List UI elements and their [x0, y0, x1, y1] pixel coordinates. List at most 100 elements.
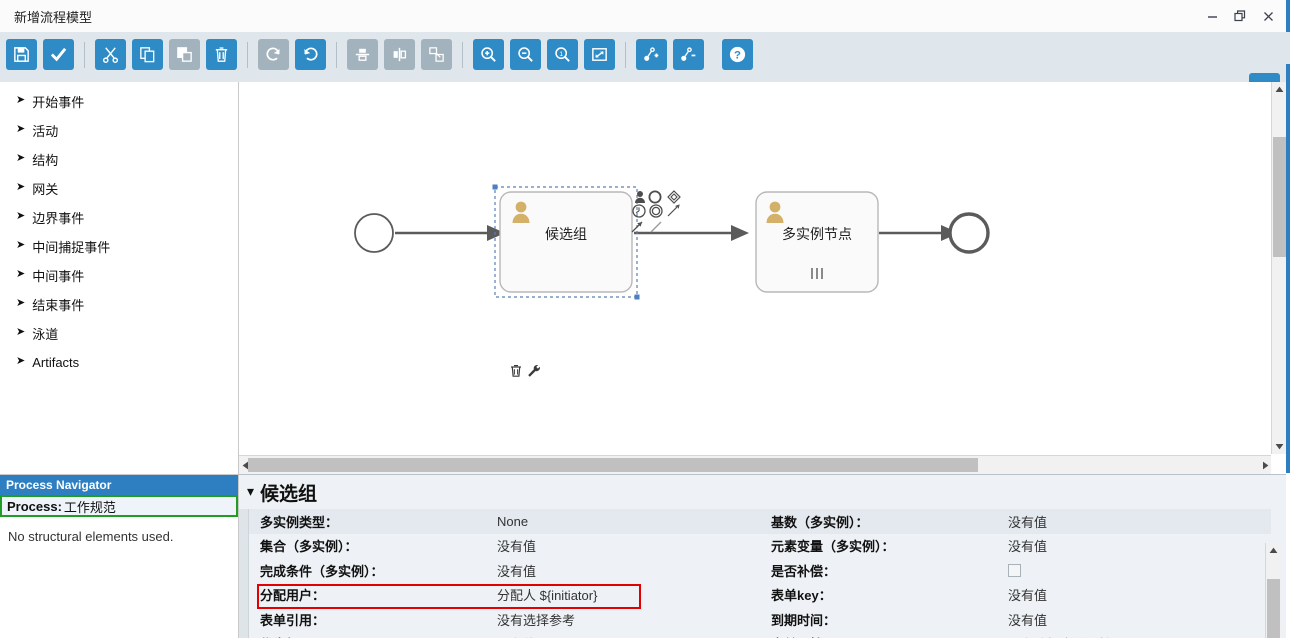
- palette-group-start-events[interactable]: ➤ 开始事件: [0, 87, 238, 116]
- property-label: 完成条件（多实例）：: [260, 563, 384, 579]
- redo-button[interactable]: [258, 39, 289, 70]
- end-event: [948, 212, 990, 254]
- palette-group-label: 网关: [32, 182, 59, 197]
- undo-button[interactable]: [295, 39, 326, 70]
- zoom-out-button[interactable]: [510, 39, 541, 70]
- delete-button[interactable]: [206, 39, 237, 70]
- property-row[interactable]: 基数（多实例）： 没有值: [760, 509, 1271, 534]
- bpmn-diagram[interactable]: 候选组 多实例节点: [239, 82, 1271, 454]
- palette-group-swimlanes[interactable]: ➤ 泳道: [0, 319, 238, 348]
- properties-left-gutter[interactable]: [239, 509, 249, 638]
- user-task-label: 候选组: [545, 226, 587, 242]
- scroll-right-icon[interactable]: [1259, 456, 1271, 474]
- align-vertical-button[interactable]: [347, 39, 378, 70]
- append-intermediate-event-icon: [649, 204, 663, 218]
- copy-button[interactable]: [132, 39, 163, 70]
- chevron-right-icon: ➤: [16, 268, 26, 280]
- delete-icon: [511, 365, 521, 377]
- property-row-compensate[interactable]: 是否补偿：: [760, 558, 1271, 583]
- property-row[interactable]: 优先级： 没有值: [249, 632, 760, 638]
- property-value[interactable]: 没有值: [1008, 585, 1047, 604]
- properties-vscroll-thumb[interactable]: [1267, 579, 1280, 638]
- append-timer-icon: [632, 204, 646, 218]
- palette-group-structures[interactable]: ➤ 结构: [0, 145, 238, 174]
- property-value[interactable]: 分配人 ${initiator}: [497, 585, 597, 604]
- canvas-hscroll-thumb[interactable]: [248, 458, 978, 472]
- save-button[interactable]: [6, 39, 37, 70]
- property-value[interactable]: 没有值: [1008, 610, 1047, 629]
- property-row[interactable]: 表单key： 没有值: [760, 583, 1271, 608]
- palette-group-artifacts[interactable]: ➤ Artifacts: [0, 348, 238, 377]
- zoom-in-button[interactable]: [473, 39, 504, 70]
- property-row[interactable]: 集合（多实例）： 没有值: [249, 534, 760, 559]
- close-icon[interactable]: [1254, 1, 1282, 31]
- compensate-checkbox[interactable]: [1008, 563, 1021, 577]
- navigator-process-item[interactable]: Process: 工作规范: [0, 495, 238, 517]
- add-waypoint-button[interactable]: [636, 39, 667, 70]
- process-navigator-header: Process Navigator: [0, 475, 238, 495]
- svg-text:1: 1: [559, 51, 563, 58]
- validate-button[interactable]: [43, 39, 74, 70]
- toolbar-separator: [336, 41, 337, 68]
- cut-button[interactable]: [95, 39, 126, 70]
- property-row[interactable]: 表单属性： 没有选择表单属性: [760, 632, 1271, 638]
- wrench-icon: [528, 364, 540, 377]
- chevron-right-icon: ➤: [16, 239, 26, 251]
- property-row[interactable]: 表单引用： 没有选择参考: [249, 607, 760, 632]
- zoom-actual-button[interactable]: 1: [547, 39, 578, 70]
- parallel-multi-instance-marker: [811, 268, 823, 279]
- remove-waypoint-button[interactable]: [673, 39, 704, 70]
- palette-group-boundary-events[interactable]: ➤ 边界事件: [0, 203, 238, 232]
- chevron-right-icon: ➤: [16, 181, 26, 193]
- property-value[interactable]: 没有值: [1008, 512, 1047, 531]
- chevron-right-icon: ➤: [16, 152, 26, 164]
- bpmn-modeler-window: 新增流程模型 1 ? ➤ 开始事件 ➤ 活动 ➤ 结构 ➤ 网关 ➤ 边界事件 …: [0, 0, 1290, 638]
- palette-group-intermediate-catch-events[interactable]: ➤ 中间捕捉事件: [0, 232, 238, 261]
- property-label: 元素变量（多实例）：: [771, 539, 895, 555]
- property-value[interactable]: 没有值: [497, 634, 536, 638]
- minimize-icon[interactable]: [1198, 1, 1226, 31]
- property-value[interactable]: 没有选择参考: [497, 610, 575, 629]
- palette-group-end-events[interactable]: ➤ 结束事件: [0, 290, 238, 319]
- sequence-flow-3: [879, 225, 959, 241]
- property-value[interactable]: 没有选择表单属性: [1008, 634, 1112, 638]
- property-value[interactable]: 没有值: [497, 561, 536, 580]
- user-task-label: 多实例节点: [782, 226, 852, 242]
- palette-group-gateways[interactable]: ➤ 网关: [0, 174, 238, 203]
- resize-button[interactable]: [421, 39, 452, 70]
- scroll-up-icon[interactable]: [1272, 82, 1287, 97]
- properties-column-left: 多实例类型： None 集合（多实例）： 没有值 完成条件（多实例）： 没有值 …: [249, 509, 760, 638]
- palette-group-intermediate-events[interactable]: ➤ 中间事件: [0, 261, 238, 290]
- property-label: 到期时间：: [771, 612, 837, 628]
- palette-group-label: Artifacts: [32, 355, 80, 370]
- zoom-fit-button[interactable]: [584, 39, 615, 70]
- chevron-down-icon[interactable]: ▾: [247, 483, 254, 500]
- properties-header[interactable]: ▾ 候选组: [239, 475, 1286, 509]
- canvas-right-edge: [1286, 82, 1290, 473]
- property-row[interactable]: 元素变量（多实例）： 没有值: [760, 534, 1271, 559]
- property-value[interactable]: None: [497, 514, 528, 529]
- property-row-assignee[interactable]: 分配用户： 分配人 ${initiator}: [249, 583, 760, 608]
- align-horizontal-button[interactable]: [384, 39, 415, 70]
- scroll-down-icon[interactable]: [1272, 439, 1287, 454]
- property-value[interactable]: 没有值: [497, 536, 536, 555]
- palette-group-activities[interactable]: ➤ 活动: [0, 116, 238, 145]
- palette-group-label: 活动: [32, 124, 59, 139]
- scroll-up-icon[interactable]: [1266, 543, 1281, 557]
- toolbar-separator: [625, 41, 626, 68]
- help-button[interactable]: ?: [722, 39, 753, 70]
- canvas-horizontal-scrollbar[interactable]: [239, 455, 1271, 474]
- palette-group-label: 中间事件: [32, 269, 85, 284]
- property-row[interactable]: 完成条件（多实例）： 没有值: [249, 558, 760, 583]
- property-value[interactable]: 没有值: [1008, 536, 1047, 555]
- properties-title: 候选组: [260, 483, 318, 505]
- maximize-icon[interactable]: [1226, 1, 1254, 31]
- canvas-vscroll-thumb[interactable]: [1273, 137, 1286, 257]
- bpmn-canvas[interactable]: 候选组 多实例节点: [239, 82, 1271, 454]
- property-row[interactable]: 多实例类型： None: [249, 509, 760, 534]
- properties-vertical-scrollbar[interactable]: [1265, 543, 1281, 638]
- canvas-vertical-scrollbar[interactable]: [1271, 82, 1287, 454]
- paste-button[interactable]: [169, 39, 200, 70]
- toolbar: 1 ?: [0, 32, 1290, 114]
- property-row[interactable]: 到期时间： 没有值: [760, 607, 1271, 632]
